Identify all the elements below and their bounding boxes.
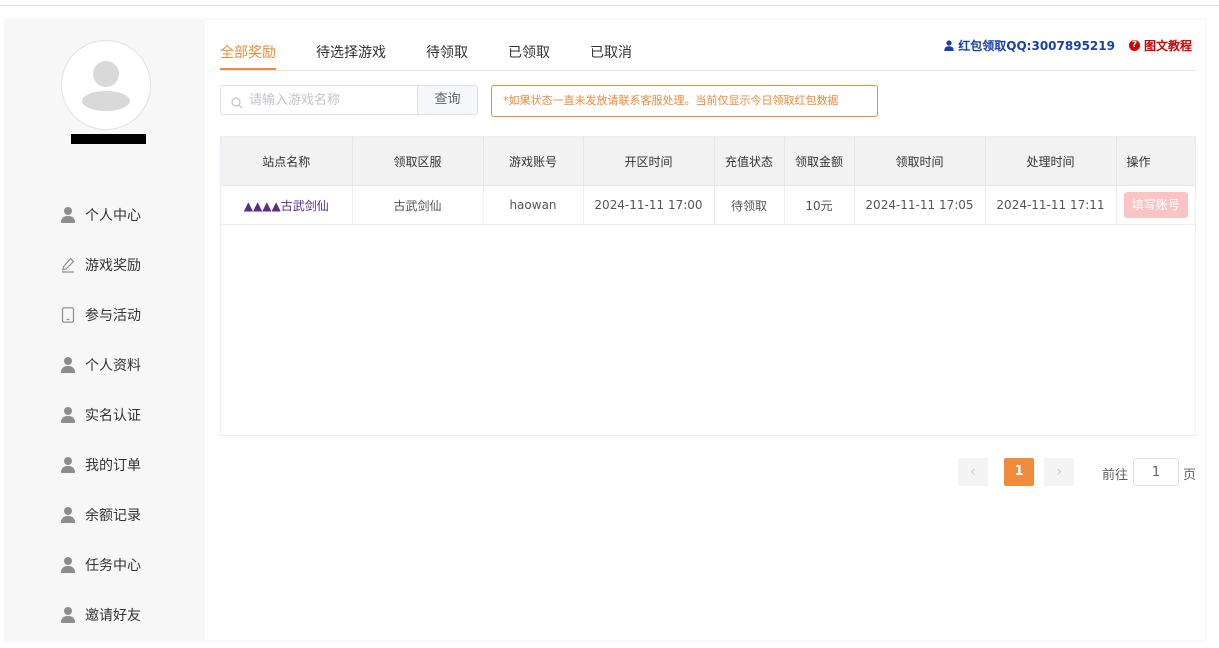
goto-label: 前往	[1102, 468, 1129, 483]
prev-page-button[interactable]: ‹	[958, 458, 988, 486]
avatar-head-shape	[93, 61, 119, 87]
next-page-button[interactable]: ›	[1044, 458, 1074, 486]
question-circle-icon: ?	[1128, 40, 1140, 51]
search-button[interactable]: 查询	[418, 85, 478, 115]
fill-account-button[interactable]: 填写账号	[1123, 192, 1188, 218]
cell-claim-time: 2024-11-11 17:05	[854, 185, 986, 225]
column-header-recharge-status: 充值状态	[714, 137, 785, 186]
table-header-row: 站点名称 领取区服 游戏账号 开区时间 充值状态 领取金额 领取时间 处理时间 …	[221, 137, 1195, 186]
column-header-open-time: 开区时间	[583, 137, 715, 186]
cell-site[interactable]: ▲▲▲▲古武剑仙	[221, 185, 353, 225]
tab-to-claim[interactable]: 待领取	[426, 42, 468, 62]
search-input[interactable]	[249, 86, 409, 114]
sidebar-item-profile[interactable]: 个人资料	[5, 340, 205, 390]
cell-server: 古武剑仙	[352, 185, 484, 225]
column-header-amount: 领取金额	[784, 137, 855, 186]
user-icon	[61, 457, 75, 473]
pagination: ‹ 1 › 前往 页	[958, 458, 1196, 486]
sidebar-item-my-orders[interactable]: 我的订单	[5, 440, 205, 490]
sidebar: 个人中心 游戏奖励 参与活动 个人资料 实名认证 我的订单 余额记录 任务中心 …	[5, 20, 205, 640]
sidebar-item-invite-friends[interactable]: 邀请好友	[5, 590, 205, 640]
sidebar-item-activities[interactable]: 参与活动	[5, 290, 205, 340]
table-row: ▲▲▲▲古武剑仙 古武剑仙 haowan 2024-11-11 17:00 待领…	[221, 185, 1195, 225]
column-header-claim-time: 领取时间	[854, 137, 986, 186]
sidebar-item-balance-records[interactable]: 余额记录	[5, 490, 205, 540]
cell-open-time: 2024-11-11 17:00	[583, 185, 715, 225]
cell-account: haowan	[483, 185, 584, 225]
pencil-icon	[61, 257, 75, 273]
user-icon	[61, 207, 75, 223]
sidebar-item-label: 邀请好友	[85, 608, 141, 624]
sidebar-item-label: 参与活动	[85, 308, 141, 324]
sidebar-item-label: 游戏奖励	[85, 258, 141, 274]
user-icon	[61, 507, 75, 523]
avatar[interactable]	[61, 40, 151, 130]
user-icon	[61, 357, 75, 373]
tablet-icon	[61, 307, 75, 323]
user-icon	[61, 557, 75, 573]
sidebar-item-task-center[interactable]: 任务中心	[5, 540, 205, 590]
tab-cancelled[interactable]: 已取消	[590, 42, 632, 62]
column-header-action: 操作	[1116, 137, 1195, 186]
search-box	[220, 85, 418, 115]
avatar-body-shape	[82, 91, 130, 111]
cell-process-time: 2024-11-11 17:11	[985, 185, 1117, 225]
tab-claimed[interactable]: 已领取	[508, 42, 550, 62]
reward-tabs: 全部奖励 待选择游戏 待领取 已领取 已取消 红包领取QQ:3007895219…	[220, 20, 1196, 71]
cell-action: 填写账号	[1116, 185, 1195, 225]
user-icon	[944, 40, 954, 51]
qq-link-label: 红包领取QQ:3007895219	[958, 39, 1115, 53]
goto-page-input[interactable]	[1133, 458, 1179, 486]
sidebar-menu: 个人中心 游戏奖励 参与活动 个人资料 实名认证 我的订单 余额记录 任务中心 …	[5, 190, 205, 640]
notice-banner: *如果状态一直未发放请联系客服处理。当前仅显示今日领取红包数据	[491, 85, 878, 117]
username-redacted	[71, 134, 146, 144]
column-header-process-time: 处理时间	[985, 137, 1117, 186]
rewards-table: 站点名称 领取区服 游戏账号 开区时间 充值状态 领取金额 领取时间 处理时间 …	[220, 136, 1196, 436]
column-header-server: 领取区服	[352, 137, 484, 186]
page-suffix-label: 页	[1183, 468, 1197, 483]
top-divider	[0, 5, 1219, 6]
user-icon	[61, 407, 75, 423]
tab-pending-game-selection[interactable]: 待选择游戏	[316, 42, 386, 62]
search-icon	[231, 94, 243, 109]
content-card: 个人中心 游戏奖励 参与活动 个人资料 实名认证 我的订单 余额记录 任务中心 …	[5, 20, 1205, 640]
sidebar-item-label: 实名认证	[85, 408, 141, 424]
sidebar-item-label: 个人中心	[85, 208, 141, 224]
header-links: 红包领取QQ:3007895219 ? 图文教程	[944, 37, 1192, 54]
sidebar-item-label: 任务中心	[85, 558, 141, 574]
sidebar-item-game-rewards[interactable]: 游戏奖励	[5, 240, 205, 290]
tab-all-rewards[interactable]: 全部奖励	[220, 42, 276, 62]
sidebar-item-real-name-auth[interactable]: 实名认证	[5, 390, 205, 440]
sidebar-item-label: 我的订单	[85, 458, 141, 474]
qq-link[interactable]: 红包领取QQ:3007895219	[944, 37, 1115, 54]
tutorial-link-label: 图文教程	[1143, 39, 1192, 53]
main-panel: 全部奖励 待选择游戏 待领取 已领取 已取消 红包领取QQ:3007895219…	[220, 20, 1196, 640]
sidebar-item-label: 余额记录	[85, 508, 141, 524]
tutorial-link[interactable]: ? 图文教程	[1128, 37, 1192, 54]
active-tab-indicator	[220, 68, 276, 70]
cell-amount: 10元	[784, 185, 855, 225]
column-header-site: 站点名称	[221, 137, 353, 186]
user-icon	[61, 607, 75, 623]
sidebar-item-label: 个人资料	[85, 358, 141, 374]
cell-status: 待领取	[714, 185, 785, 225]
sidebar-item-personal-center[interactable]: 个人中心	[5, 190, 205, 240]
column-header-account: 游戏账号	[483, 137, 584, 186]
page-number-current[interactable]: 1	[1004, 458, 1034, 486]
